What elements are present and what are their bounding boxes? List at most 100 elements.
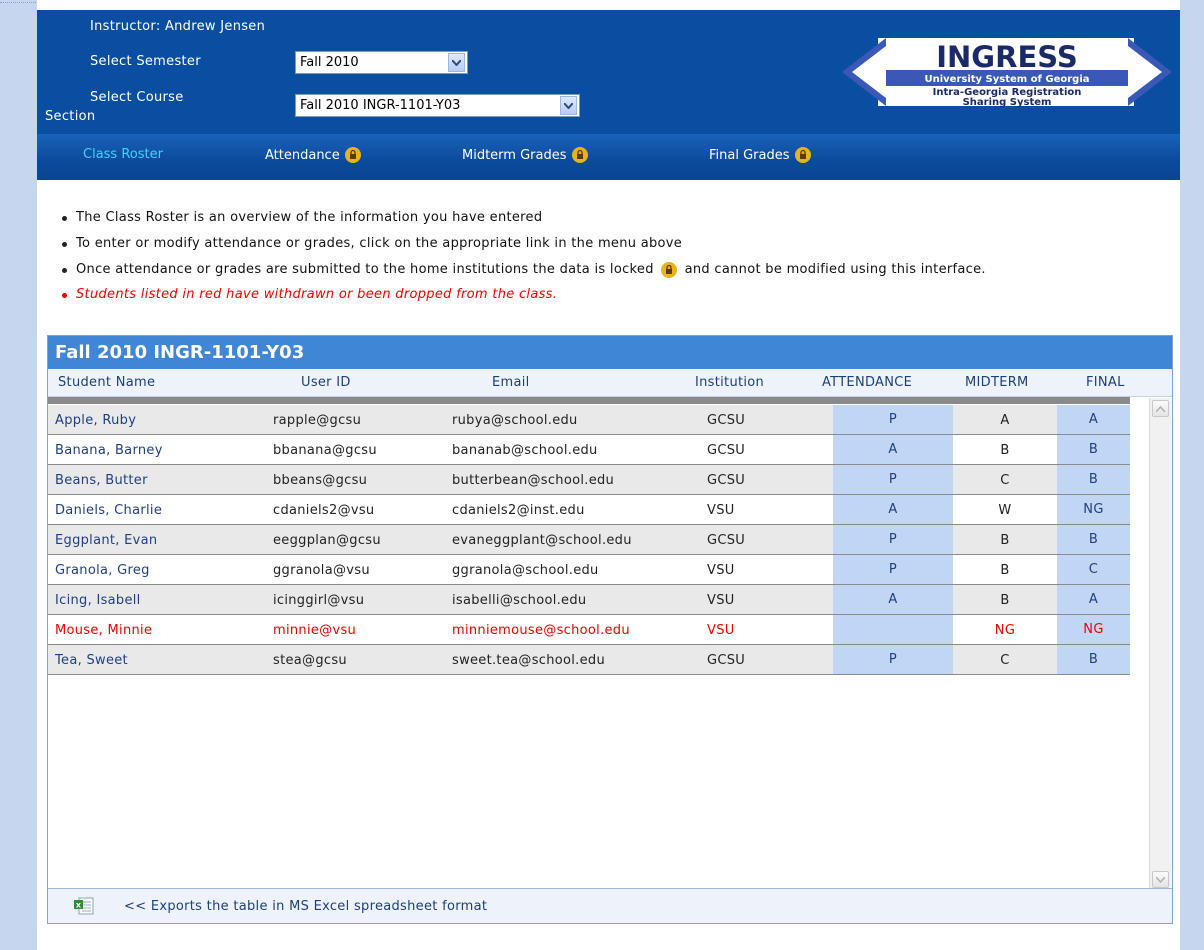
final-cell: B <box>1057 465 1130 494</box>
email-cell: sweet.tea@school.edu <box>452 653 605 668</box>
chevron-down-icon <box>1156 876 1165 883</box>
email-cell: evaneggplant@school.edu <box>452 533 632 548</box>
institution-cell: GCSU <box>707 653 746 668</box>
course-label: Select Course <box>90 90 184 105</box>
instruction-text: and cannot be modified using this interf… <box>684 262 986 277</box>
ingress-logo: INGRESS University System of Georgia Int… <box>842 36 1172 108</box>
institution-cell: GCSU <box>707 533 746 548</box>
table-row: Apple, Ruby rapple@gcsu rubya@school.edu GC… <box>48 405 1130 435</box>
attendance-cell: A <box>833 495 953 524</box>
chevron-down-icon[interactable] <box>448 53 465 72</box>
svg-text:x: x <box>76 901 82 910</box>
student-name-cell: Daniels, Charlie <box>55 503 163 518</box>
institution-cell: VSU <box>707 563 735 578</box>
student-name-cell: Icing, Isabell <box>55 593 141 608</box>
table-row-withdrawn: Mouse, Minnie minnie@vsu minniemouse@schoo… <box>48 615 1130 645</box>
table-scrollbar[interactable] <box>1149 398 1171 890</box>
export-excel-link[interactable]: << Exports the table in MS Excel spreads… <box>124 899 487 914</box>
student-name-cell: Granola, Greg <box>55 563 150 578</box>
col-user-id: User ID <box>301 375 351 390</box>
final-cell: B <box>1057 645 1130 674</box>
instruction-text: Students listed in red have withdrawn or… <box>76 287 558 302</box>
roster-panel: Fall 2010 INGR-1101-Y03 Student Name Use… <box>47 335 1173 924</box>
instruction-text: The Class Roster is an overview of the i… <box>76 210 543 225</box>
instruction-item: The Class Roster is an overview of the i… <box>62 205 1142 231</box>
email-cell: cdaniels2@inst.edu <box>452 503 585 518</box>
student-name-cell: Beans, Butter <box>55 473 148 488</box>
scroll-up-button[interactable] <box>1152 400 1169 417</box>
table-row: Tea, Sweet stea@gcsu sweet.tea@school.edu G… <box>48 645 1130 675</box>
midterm-cell: C <box>1000 473 1010 488</box>
institution-cell: GCSU <box>707 473 746 488</box>
course-select-value: Fall 2010 INGR-1101-Y03 <box>300 98 461 113</box>
chevron-up-icon <box>1156 405 1165 412</box>
email-cell: butterbean@school.edu <box>452 473 615 488</box>
midterm-cell: W <box>998 503 1012 518</box>
lock-icon <box>794 147 811 163</box>
lock-icon <box>571 147 588 163</box>
final-cell: A <box>1057 585 1130 614</box>
logo-line3: Sharing System <box>963 97 1052 108</box>
final-cell: A <box>1057 405 1130 434</box>
table-row: Banana, Barney bbanana@gcsu bananab@school… <box>48 435 1130 465</box>
table-top-rule <box>48 397 1130 404</box>
user-id-cell: stea@gcsu <box>273 653 347 668</box>
attendance-cell <box>833 615 953 644</box>
col-attendance: ATTENDANCE <box>822 375 913 390</box>
semester-label: Select Semester <box>90 54 201 69</box>
nav-bar: Class Roster Attendance Midterm Grades F… <box>37 134 1180 180</box>
attendance-cell: P <box>833 555 953 584</box>
lock-icon <box>344 147 361 163</box>
excel-icon[interactable]: x <box>74 897 94 915</box>
attendance-cell: A <box>833 585 953 614</box>
lock-icon <box>661 261 678 278</box>
midterm-cell: B <box>1000 563 1010 578</box>
user-id-cell: rapple@gcsu <box>273 413 362 428</box>
logo-line1: University System of Georgia <box>924 74 1089 85</box>
student-name-cell: Banana, Barney <box>55 443 163 458</box>
midterm-cell: B <box>1000 533 1010 548</box>
user-id-cell: cdaniels2@vsu <box>273 503 375 518</box>
table-row: Eggplant, Evan eeggplan@gcsu evaneggplant@… <box>48 525 1130 555</box>
tab-midterm-grades[interactable]: Midterm Grades <box>462 147 588 163</box>
course-section-select[interactable]: Fall 2010 INGR-1101-Y03 <box>295 94 580 117</box>
tab-label: Attendance <box>265 147 340 163</box>
user-id-cell: ggranola@vsu <box>273 563 370 578</box>
user-id-cell: minnie@vsu <box>273 623 357 638</box>
midterm-cell: A <box>1000 413 1010 428</box>
final-cell: B <box>1057 435 1130 464</box>
table-row: Daniels, Charlie cdaniels2@vsu cdaniels2@i… <box>48 495 1130 525</box>
institution-cell: GCSU <box>707 413 746 428</box>
semester-select-value: Fall 2010 <box>300 55 359 70</box>
institution-cell: VSU <box>707 623 735 638</box>
tab-attendance[interactable]: Attendance <box>265 147 361 163</box>
col-final: FINAL <box>1086 375 1125 390</box>
roster-title: Fall 2010 INGR-1101-Y03 <box>48 336 1172 369</box>
table-row: Granola, Greg ggranola@vsu ggranola@school… <box>48 555 1130 585</box>
scroll-down-button[interactable] <box>1152 871 1169 888</box>
user-id-cell: eeggplan@gcsu <box>273 533 381 548</box>
instruction-text: Once attendance or grades are submitted … <box>76 262 654 277</box>
institution-cell: GCSU <box>707 443 746 458</box>
chevron-down-icon[interactable] <box>560 96 577 115</box>
final-cell: B <box>1057 525 1130 554</box>
email-cell: isabelli@school.edu <box>452 593 587 608</box>
tab-final-grades[interactable]: Final Grades <box>709 147 811 163</box>
user-id-cell: icinggirl@vsu <box>273 593 365 608</box>
institution-cell: VSU <box>707 503 735 518</box>
student-name-cell: Eggplant, Evan <box>55 533 158 548</box>
instructor-label: Instructor: Andrew Jensen <box>90 19 266 34</box>
institution-cell: VSU <box>707 593 735 608</box>
semester-select[interactable]: Fall 2010 <box>295 51 468 74</box>
attendance-cell: P <box>833 525 953 554</box>
table-row: Beans, Butter bbeans@gcsu butterbean@schoo… <box>48 465 1130 495</box>
email-cell: bananab@school.edu <box>452 443 598 458</box>
col-institution: Institution <box>695 375 765 390</box>
tab-label: Midterm Grades <box>462 147 567 163</box>
attendance-cell: P <box>833 645 953 674</box>
tab-class-roster[interactable]: Class Roster <box>83 147 163 162</box>
midterm-cell: B <box>1000 443 1010 458</box>
instruction-item: To enter or modify attendance or grades,… <box>62 231 1142 257</box>
course-label-section: Section <box>45 109 96 124</box>
final-cell: C <box>1057 555 1130 584</box>
